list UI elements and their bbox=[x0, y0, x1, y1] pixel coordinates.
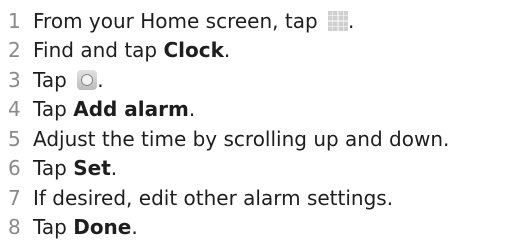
step-8: 8 Tap Done. bbox=[8, 213, 449, 243]
step-text: Tap . bbox=[33, 67, 104, 92]
step-number: 4 bbox=[8, 97, 21, 122]
step-text-post: . bbox=[188, 97, 196, 122]
step-text-bold: Done bbox=[73, 215, 132, 240]
step-number: 5 bbox=[8, 126, 21, 151]
step-text-bold: Set bbox=[73, 156, 111, 181]
step-number: 2 bbox=[8, 38, 21, 63]
step-text-post: . bbox=[348, 8, 355, 33]
step-number: 6 bbox=[8, 156, 21, 181]
step-number: 7 bbox=[8, 185, 21, 210]
step-number: 1 bbox=[8, 8, 21, 33]
step-text-post: . bbox=[131, 215, 138, 240]
step-text: Tap Add alarm. bbox=[33, 99, 195, 119]
step-text: Find and tap Clock. bbox=[33, 40, 230, 60]
step-text-pre: From your Home screen, tap bbox=[33, 8, 325, 33]
step-1: 1 From your Home screen, tap . bbox=[8, 6, 449, 36]
step-text-post: . bbox=[110, 156, 118, 181]
alarm-clock-icon bbox=[77, 69, 98, 90]
step-4: 4 Tap Add alarm. bbox=[8, 95, 449, 125]
step-text: If desired, edit other alarm settings. bbox=[33, 185, 394, 210]
instruction-steps: 1 From your Home screen, tap . 2 Find an… bbox=[8, 6, 449, 242]
step-7: 7 If desired, edit other alarm settings. bbox=[8, 183, 449, 213]
step-text-pre: Find and tap bbox=[33, 38, 164, 63]
step-text: From your Home screen, tap . bbox=[33, 8, 355, 33]
step-3: 3 Tap . bbox=[8, 65, 449, 95]
step-2: 2 Find and tap Clock. bbox=[8, 36, 449, 66]
step-text-post: . bbox=[223, 38, 231, 63]
step-text: Tap Set. bbox=[33, 158, 117, 178]
step-text-pre: Tap bbox=[33, 156, 74, 181]
step-text-bold: Add alarm bbox=[73, 97, 189, 122]
step-number: 3 bbox=[8, 67, 21, 92]
step-5: 5 Adjust the time by scrolling up and do… bbox=[8, 124, 449, 154]
step-text: Adjust the time by scrolling up and down… bbox=[33, 126, 450, 151]
step-text-pre: Tap bbox=[33, 97, 74, 122]
step-text-post: . bbox=[97, 67, 104, 92]
step-text-pre: Tap bbox=[33, 215, 74, 240]
step-text-bold: Clock bbox=[163, 38, 224, 63]
step-6: 6 Tap Set. bbox=[8, 154, 449, 184]
step-text: Tap Done. bbox=[33, 217, 138, 237]
step-text-pre: Tap bbox=[33, 67, 74, 92]
step-number: 8 bbox=[8, 215, 21, 240]
application-grid-icon bbox=[328, 10, 349, 31]
